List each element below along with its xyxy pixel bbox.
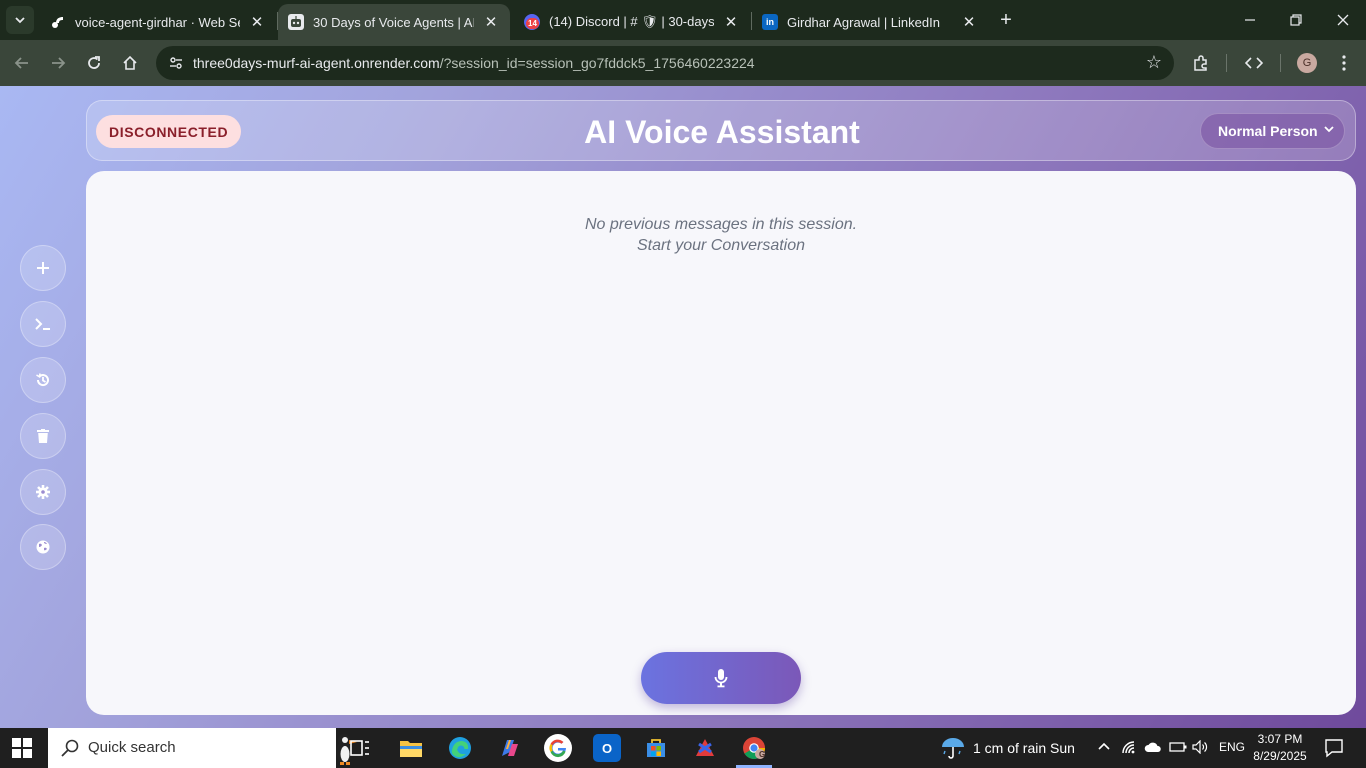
volume-icon[interactable] — [1192, 739, 1208, 757]
home-icon[interactable] — [116, 49, 144, 77]
tab-close-icon[interactable]: ✕ — [482, 13, 500, 31]
delete-button[interactable] — [20, 413, 66, 459]
discord-icon: 14 — [524, 14, 540, 30]
robot-favicon-icon — [288, 14, 304, 30]
new-tab-plus-icon[interactable]: + — [994, 8, 1018, 32]
history-icon — [36, 373, 49, 387]
tab-title: Girdhar Agrawal | LinkedIn — [787, 14, 940, 30]
url-host: three0days-murf-ai-agent.onrender.com — [193, 55, 440, 71]
google-app-icon[interactable] — [544, 734, 572, 762]
reload-icon[interactable] — [80, 49, 108, 77]
clock-date: 8/29/2025 — [1253, 749, 1307, 763]
settings-button[interactable] — [20, 469, 66, 515]
tab-linkedin[interactable]: in Girdhar Agrawal | LinkedIn ✕ — [752, 4, 988, 40]
taskbar-avatar-initial: G — [759, 750, 766, 759]
address-bar[interactable]: three0days-murf-ai-agent.onrender.com/?s… — [156, 46, 1174, 80]
battery-icon[interactable] — [1169, 740, 1187, 756]
system-clock[interactable]: 3:07 PM 8/29/2025 — [1248, 731, 1312, 765]
microsoft-store-icon[interactable] — [642, 734, 670, 762]
console-button[interactable] — [20, 301, 66, 347]
tab-close-icon[interactable]: ✕ — [722, 13, 740, 31]
browser-toolbar: three0days-murf-ai-agent.onrender.com/?s… — [0, 40, 1366, 86]
input-language[interactable]: ENG — [1219, 740, 1245, 754]
page-viewport: DISCONNECTED AI Voice Assistant Normal P… — [0, 86, 1366, 728]
close-window-icon[interactable] — [1320, 0, 1366, 40]
terminal-icon — [35, 318, 50, 330]
tab-title: voice-agent-girdhar · Web Serv — [75, 14, 240, 30]
taskbar-search-box[interactable]: Quick search — [48, 728, 357, 768]
tab-search-button[interactable] — [6, 6, 34, 34]
toolbar-separator — [1280, 54, 1281, 72]
tab-title: 30 Days of Voice Agents | AI Vo — [313, 14, 474, 30]
more-menu-icon[interactable] — [1330, 49, 1358, 77]
copilot-icon[interactable] — [495, 734, 523, 762]
notification-chat-icon[interactable] — [1324, 738, 1344, 761]
onedrive-cloud-icon[interactable] — [1144, 740, 1162, 756]
tab-close-icon[interactable]: ✕ — [960, 13, 978, 31]
microphone-icon — [714, 669, 728, 688]
search-icon — [61, 739, 79, 757]
persona-select[interactable]: Normal Person — [1200, 113, 1345, 149]
back-arrow-icon[interactable] — [8, 49, 36, 77]
wifi-icon[interactable] — [1121, 740, 1137, 757]
notification-badge: 14 — [526, 18, 539, 29]
history-button[interactable] — [20, 357, 66, 403]
language-button[interactable] — [20, 524, 66, 570]
linkedin-icon: in — [762, 14, 778, 30]
windows-taskbar: Quick search O G 1 cm of rain Sun ENG 3:… — [0, 728, 1366, 768]
profile-avatar[interactable]: G — [1297, 53, 1317, 73]
empty-message-line-1: No previous messages in this session. — [584, 216, 858, 233]
search-placeholder: Quick search — [88, 739, 176, 756]
gear-icon — [36, 485, 50, 499]
forward-arrow-icon[interactable] — [44, 49, 72, 77]
rain-umbrella-icon[interactable] — [940, 736, 966, 763]
chevron-down-icon — [1324, 123, 1334, 137]
app-header: DISCONNECTED AI Voice Assistant Normal P… — [86, 100, 1356, 161]
weather-text[interactable]: 1 cm of rain Sun — [973, 740, 1075, 756]
tab-title: (14) Discord | # 🛡 | 30-days-of — [549, 14, 714, 29]
tab-discord[interactable]: 14 (14) Discord | # 🛡 | 30-days-of ✕ — [514, 4, 750, 40]
empty-conversation-message: No previous messages in this session. St… — [86, 214, 1356, 256]
windows-start-icon[interactable] — [12, 738, 32, 758]
new-session-button[interactable] — [20, 245, 66, 291]
tab-close-icon[interactable]: ✕ — [248, 13, 266, 31]
clock-time: 3:07 PM — [1257, 732, 1303, 746]
minimize-icon[interactable] — [1227, 0, 1273, 40]
page-title: AI Voice Assistant — [584, 114, 860, 150]
task-view-icon[interactable] — [346, 734, 374, 762]
record-microphone-button[interactable] — [641, 652, 801, 704]
plus-icon — [37, 262, 49, 274]
chevron-up-icon[interactable] — [1097, 740, 1111, 757]
extensions-puzzle-icon[interactable] — [1187, 49, 1215, 77]
outlook-icon[interactable]: O — [593, 734, 621, 762]
site-settings-icon[interactable] — [164, 51, 188, 75]
toolbar-separator — [1226, 54, 1227, 72]
render-logo-icon — [50, 14, 66, 30]
conversation-panel: No previous messages in this session. St… — [86, 171, 1356, 715]
chevron-down-icon — [15, 17, 25, 24]
bookmark-star-icon[interactable]: ☆ — [1146, 52, 1162, 73]
globe-icon — [36, 540, 50, 554]
tab-render[interactable]: voice-agent-girdhar · Web Serv ✕ — [40, 4, 276, 40]
restore-icon[interactable] — [1273, 0, 1319, 40]
collage-app-icon[interactable] — [691, 734, 719, 762]
browser-tab-strip: voice-agent-girdhar · Web Serv ✕ 30 Days… — [0, 0, 1366, 40]
tab-voice-agents[interactable]: 30 Days of Voice Agents | AI Vo ✕ — [278, 4, 510, 40]
url-text: three0days-murf-ai-agent.onrender.com/?s… — [193, 55, 755, 71]
trash-icon — [37, 429, 49, 443]
edge-browser-icon[interactable] — [446, 734, 474, 762]
chrome-taskbar-icon[interactable]: G — [734, 728, 774, 768]
persona-selected-value: Normal Person — [1218, 123, 1318, 139]
file-explorer-icon[interactable] — [397, 734, 425, 762]
url-path: /?session_id=session_go7fddck5_175646022… — [439, 55, 755, 71]
empty-message-line-2: Start your Conversation — [636, 237, 806, 254]
devtools-code-icon[interactable] — [1240, 49, 1268, 77]
